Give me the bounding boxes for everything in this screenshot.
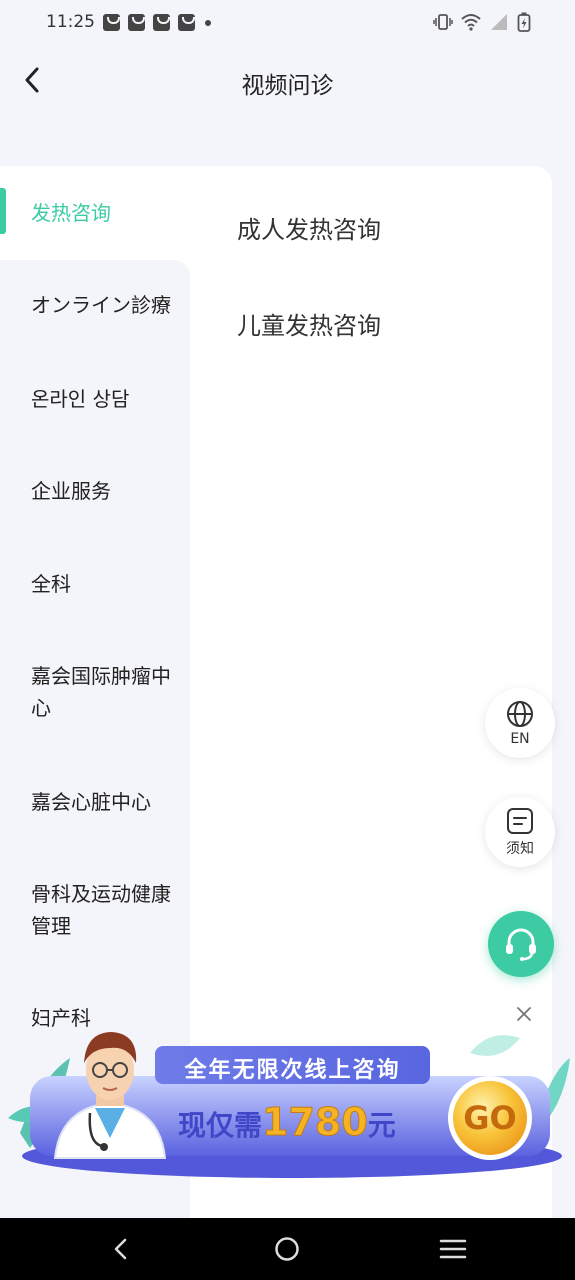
nav-back-icon[interactable] bbox=[110, 1237, 132, 1261]
header: 视频问诊 bbox=[0, 46, 575, 116]
status-bar: 11:25 bbox=[0, 0, 575, 46]
sub-item-adult-fever[interactable]: 成人发热咨询 bbox=[237, 210, 381, 245]
sidebar-item-enterprise[interactable]: 企业服务 bbox=[31, 475, 187, 507]
nav-home-icon[interactable] bbox=[274, 1236, 300, 1262]
sidebar-item-general[interactable]: 全科 bbox=[31, 568, 187, 600]
sub-item-child-fever[interactable]: 儿童发热咨询 bbox=[237, 306, 381, 341]
status-time: 11:25 bbox=[46, 12, 95, 32]
shopping-bag-icon bbox=[103, 14, 120, 31]
notice-button[interactable]: 须知 bbox=[485, 797, 555, 867]
banner-go-button[interactable]: GO bbox=[453, 1084, 527, 1152]
signal-icon bbox=[491, 14, 507, 30]
sidebar-item-online-kr[interactable]: 온라인 상담 bbox=[31, 383, 187, 415]
sidebar-item-orthopedics[interactable]: 骨科及运动健康管理 bbox=[31, 878, 187, 942]
nav-menu-icon[interactable] bbox=[439, 1238, 467, 1260]
banner-price-line: 现仅需1780元 bbox=[178, 1100, 396, 1145]
banner-price-prefix: 现仅需 bbox=[178, 1109, 263, 1142]
globe-icon bbox=[507, 700, 533, 727]
page-title: 视频问诊 bbox=[241, 73, 334, 99]
system-nav-bar bbox=[0, 1218, 575, 1280]
language-button[interactable]: EN bbox=[485, 688, 555, 758]
language-label: EN bbox=[510, 730, 530, 747]
dot-icon bbox=[205, 19, 211, 26]
shopping-bag-icon bbox=[153, 14, 170, 31]
active-indicator bbox=[0, 188, 6, 234]
banner-headline: 全年无限次线上咨询 bbox=[184, 1058, 401, 1083]
promo-banner[interactable]: 全年无限次线上咨询 现仅需1780元 GO bbox=[0, 1018, 575, 1193]
sidebar-item-fever[interactable]: 发热咨询 bbox=[31, 197, 187, 229]
vibrate-icon bbox=[433, 14, 453, 30]
notification-icons bbox=[103, 14, 211, 31]
shopping-bag-icon bbox=[178, 14, 195, 31]
battery-charging-icon bbox=[517, 12, 531, 32]
sidebar-item-heart[interactable]: 嘉会心脏中心 bbox=[31, 786, 187, 818]
banner-price-suffix: 元 bbox=[367, 1109, 396, 1142]
system-icons bbox=[433, 12, 531, 32]
sidebar-item-online-jp[interactable]: オンライン診療 bbox=[31, 289, 187, 321]
notice-label: 须知 bbox=[506, 840, 534, 857]
sidebar-item-oncology[interactable]: 嘉会国际肿瘤中心 bbox=[31, 660, 187, 724]
customer-service-button[interactable] bbox=[488, 911, 554, 977]
wifi-icon bbox=[461, 14, 481, 31]
headset-icon bbox=[506, 928, 536, 961]
shopping-bag-icon bbox=[128, 14, 145, 31]
banner-price: 1780 bbox=[262, 1100, 369, 1145]
notice-icon bbox=[507, 807, 533, 834]
